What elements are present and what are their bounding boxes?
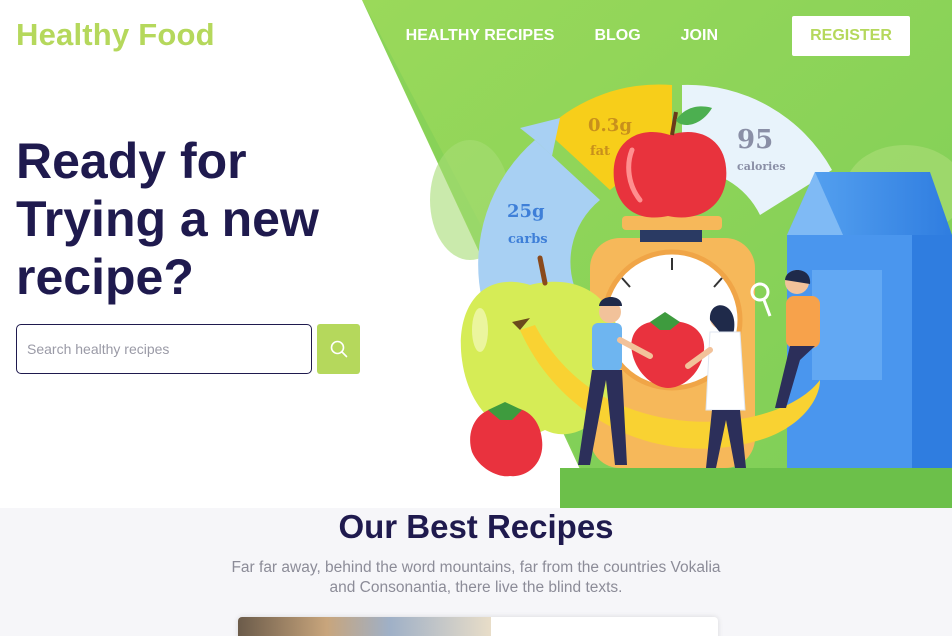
fat-value: 0.3g	[588, 115, 632, 136]
recipe-card[interactable]	[238, 617, 718, 636]
section-description: Far far away, behind the word mountains,…	[231, 559, 721, 596]
section-title: Our Best Recipes	[338, 508, 614, 545]
hero-section: 0.3g fat 95 calories 25g carbs Healthy F…	[0, 0, 952, 508]
nav-healthy-recipes[interactable]: HEALTHY RECIPES	[406, 16, 555, 56]
main-nav: HEALTHY RECIPES BLOG JOIN REGISTER	[406, 16, 910, 56]
best-recipes-section: Our Best Recipes Far far away, behind th…	[0, 508, 952, 636]
logo[interactable]: Healthy Food	[16, 17, 215, 53]
fat-label: fat	[590, 144, 610, 159]
nav-blog[interactable]: BLOG	[594, 16, 640, 56]
carbs-value: 25g	[507, 201, 545, 222]
calories-label: calories	[737, 160, 786, 173]
nav-join[interactable]: JOIN	[681, 16, 718, 56]
calories-value: 95	[737, 125, 773, 155]
search-button[interactable]	[317, 324, 360, 374]
recipe-card-image[interactable]	[238, 617, 491, 636]
search-input[interactable]	[16, 324, 312, 374]
search-icon	[330, 340, 347, 358]
carbs-label: carbs	[508, 232, 548, 247]
register-button[interactable]: REGISTER	[792, 16, 910, 56]
hero-headline: Ready for Trying a new recipe?	[16, 133, 319, 305]
